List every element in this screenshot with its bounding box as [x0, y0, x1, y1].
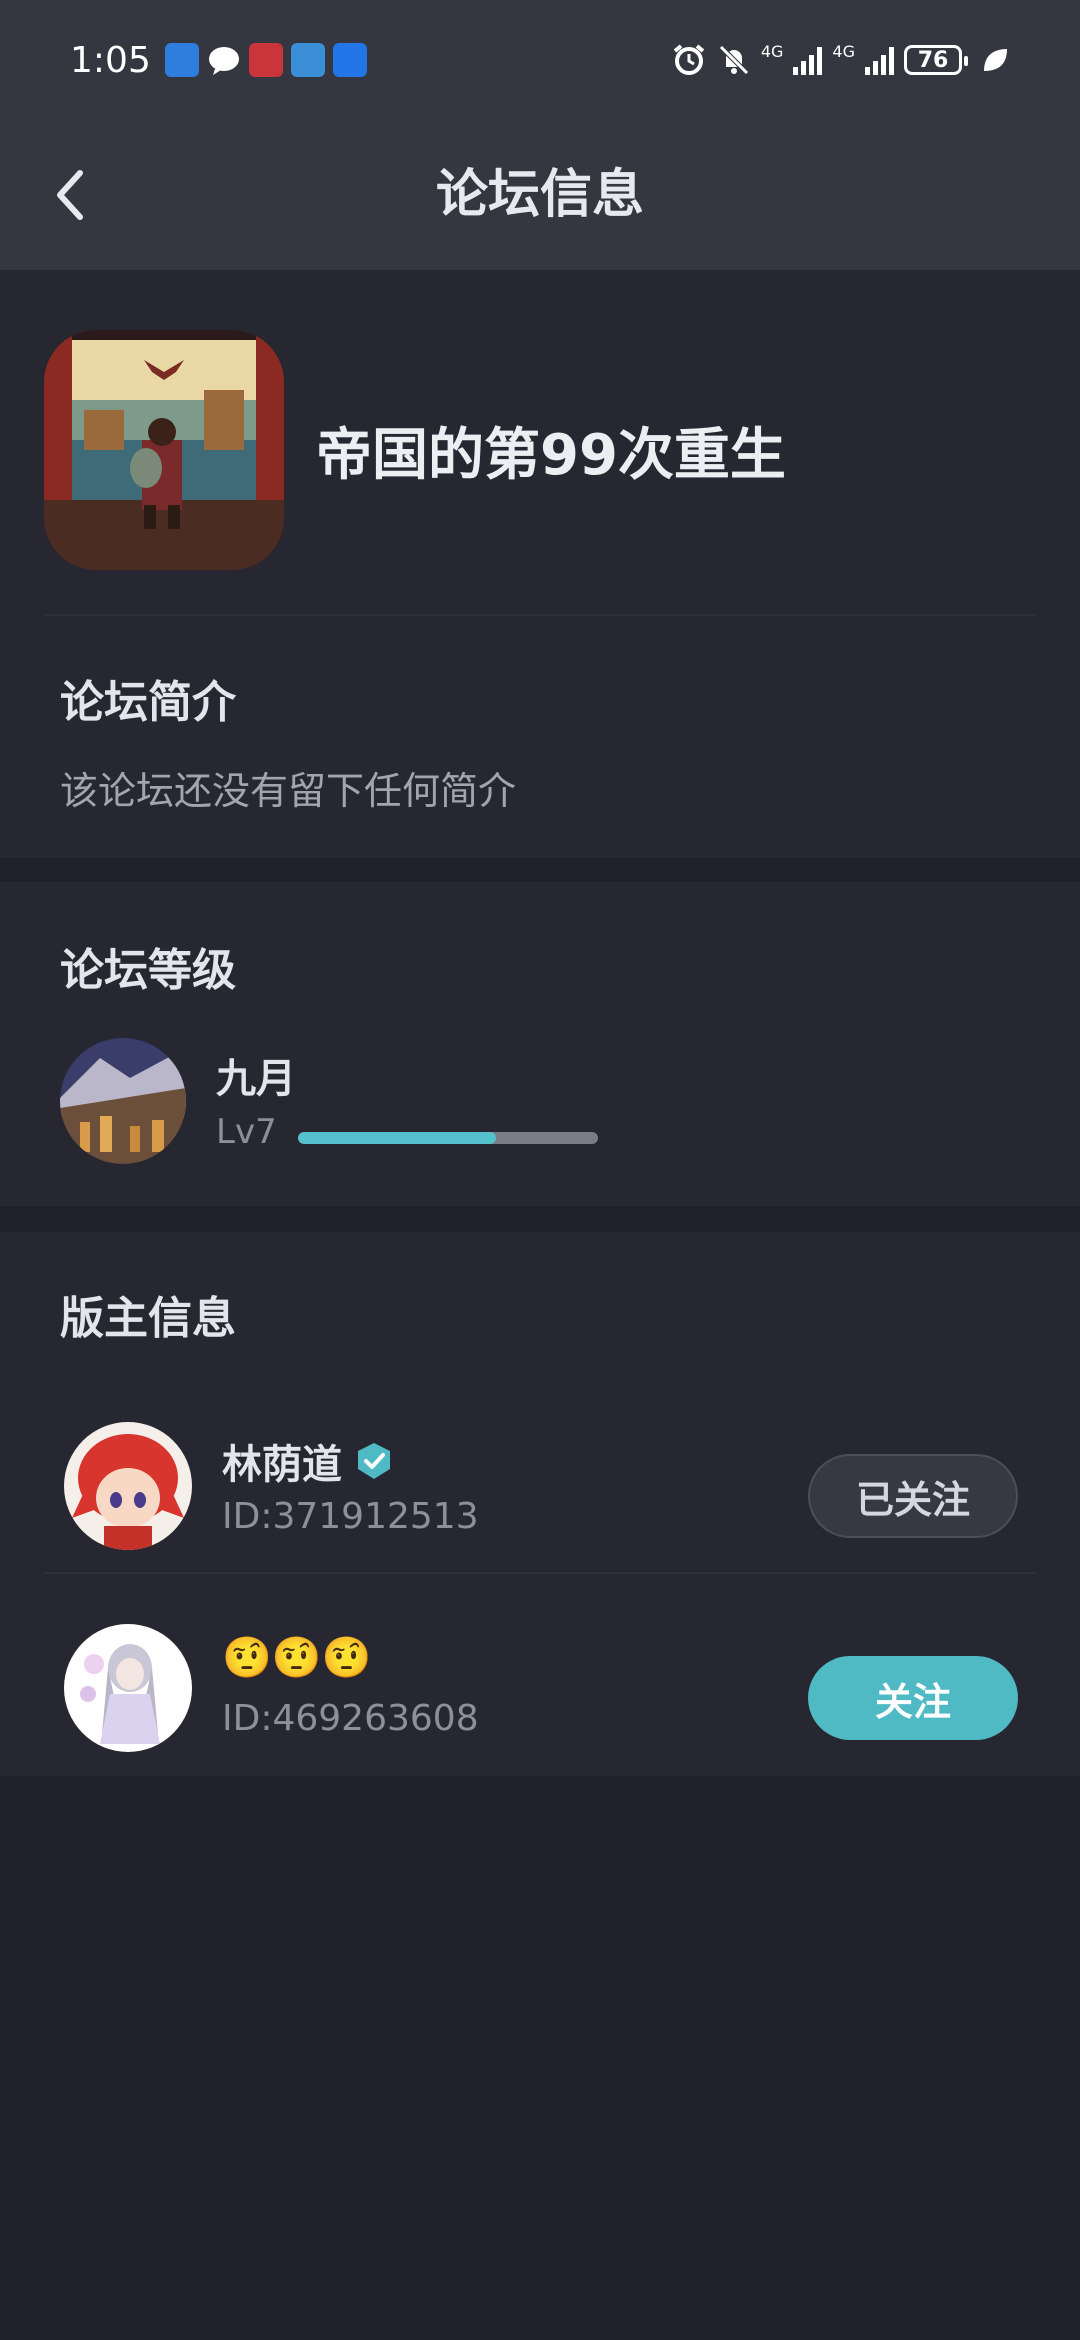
- verified-icon: [358, 1443, 390, 1479]
- status-time: 1:05: [70, 39, 151, 81]
- signal-icon: [793, 45, 823, 75]
- moderator-name: 林荫道: [222, 1442, 342, 1488]
- message-icon: [207, 43, 241, 77]
- intro-section-title: 论坛简介: [60, 677, 236, 728]
- chevron-left-icon: [57, 170, 83, 220]
- moderator-name: 🤨🤨🤨: [222, 1635, 372, 1681]
- moderators-section-title: 版主信息: [60, 1293, 236, 1344]
- leaf-icon: [984, 49, 1007, 71]
- battery-icon: 76: [904, 45, 968, 75]
- network-type-label: 4G: [760, 42, 784, 61]
- moderators-card: 版主信息 林荫道 ID:371912513 已关注 🤨🤨🤨 ID:4692636…: [0, 1232, 1080, 1776]
- divider: [44, 1572, 1036, 1574]
- moderator-name-wrap: 林荫道: [222, 1432, 394, 1490]
- app-notification-icon: [290, 43, 325, 77]
- divider: [44, 614, 1036, 616]
- level-avatar: [60, 1038, 186, 1164]
- mute-icon: [719, 45, 749, 75]
- moderator-row[interactable]: 🤨🤨🤨 ID:469263608 关注: [0, 1594, 1080, 1774]
- battery-level: 76: [917, 47, 949, 73]
- moderator-avatar[interactable]: [64, 1422, 192, 1550]
- alarm-icon: [673, 44, 705, 75]
- page-title: 论坛信息: [435, 165, 644, 225]
- app-notification-icon: [332, 43, 367, 77]
- signal-icon: [865, 45, 894, 75]
- status-bar: 1:05 4G 4G 76: [0, 0, 1080, 120]
- followed-button[interactable]: 已关注: [808, 1454, 1018, 1538]
- moderator-row[interactable]: 林荫道 ID:371912513 已关注: [0, 1392, 1080, 1572]
- status-indicators: 4G 4G 76: [671, 42, 1010, 78]
- forum-name: 帝国的第99次重生: [316, 423, 786, 488]
- forum-cover-image: [44, 330, 284, 570]
- moderator-id: ID:371912513: [222, 1496, 479, 1537]
- moderator-id: ID:469263608: [222, 1698, 479, 1739]
- forum-level-card: 论坛等级 九月 Lv7: [0, 882, 1080, 1206]
- level-progress-fill: [298, 1132, 496, 1144]
- level-section-title: 论坛等级: [60, 945, 236, 996]
- network-type-label: 4G: [832, 42, 855, 61]
- forum-intro-text: 该论坛还没有留下任何简介: [60, 769, 517, 813]
- level-progress-bar: [298, 1132, 598, 1144]
- app-notification-icon: [164, 43, 199, 77]
- level-badge: Lv7: [216, 1112, 277, 1152]
- level-name: 九月: [216, 1056, 296, 1102]
- app-notification-icon: [248, 43, 283, 77]
- moderator-name-wrap: 🤨🤨🤨: [222, 1634, 371, 1681]
- back-button[interactable]: [40, 160, 100, 230]
- moderator-avatar[interactable]: [64, 1624, 192, 1752]
- follow-button[interactable]: 关注: [808, 1656, 1018, 1740]
- top-nav-bar: 论坛信息: [0, 120, 1080, 270]
- forum-info-card: 帝国的第99次重生 论坛简介 该论坛还没有留下任何简介: [0, 270, 1080, 858]
